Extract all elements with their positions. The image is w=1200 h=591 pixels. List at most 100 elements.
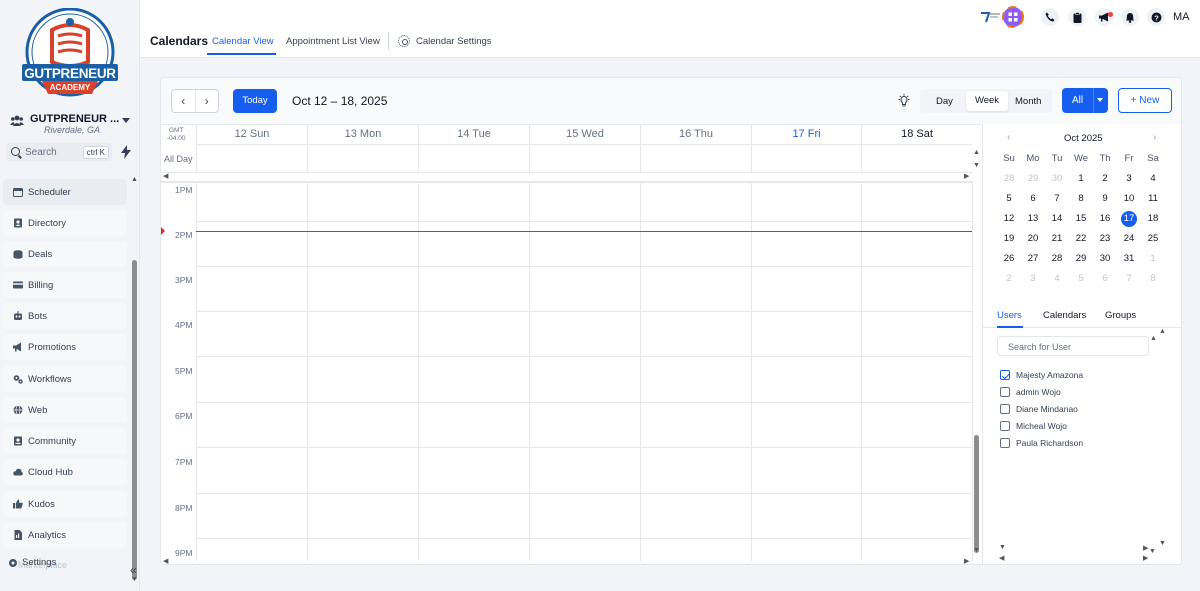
sidebar-item-scheduler[interactable]: Scheduler [3,179,127,205]
tab-users[interactable]: Users [997,310,1022,321]
checkbox-icon[interactable] [1000,387,1010,397]
sidebar-scroll-up[interactable]: ▲ [131,176,138,183]
mini-day-cell[interactable]: 25 [1143,230,1163,248]
mini-day-cell[interactable]: 13 [1023,210,1043,228]
help-icon[interactable]: ? [1147,8,1165,26]
mini-day-cell[interactable]: 7 [1119,270,1139,288]
mini-day-cell[interactable]: 28 [999,170,1019,188]
mini-day-cell[interactable]: 27 [1023,250,1043,268]
mini-next-month-icon[interactable]: › [1153,132,1156,143]
mini-day-cell[interactable]: 8 [1071,190,1091,208]
day-header-wed[interactable]: 15 Wed [529,125,640,145]
allday-scroll-down[interactable]: ▼ [973,162,980,169]
all-day-cell[interactable] [196,145,197,173]
user-filter-item[interactable]: admin Wojo [1000,385,1061,399]
sidebar-item-cloud-hub[interactable]: Cloud Hub [3,459,127,485]
clipboard-icon[interactable] [1068,8,1086,26]
next-week-chevron-right-icon[interactable]: › [196,90,219,112]
mini-day-cell[interactable]: 1 [1071,170,1091,188]
sidebar-item-directory[interactable]: Directory [3,210,127,236]
side-scroll-right[interactable]: ▶ [1143,554,1148,562]
sidebar-item-web[interactable]: Web [3,397,127,423]
tab-appointment-list-view[interactable]: Appointment List View [286,36,380,47]
apps-grid-icon[interactable] [1002,6,1024,28]
all-day-cell[interactable] [529,145,530,173]
mini-day-cell[interactable]: 14 [1047,210,1067,228]
mini-day-cell[interactable]: 24 [1119,230,1139,248]
user-avatar-initials[interactable]: MA [1173,11,1190,23]
sidebar-item-billing[interactable]: Billing [3,272,127,298]
collapse-sidebar-icon[interactable]: « [130,563,137,577]
checkbox-icon[interactable] [1000,421,1010,431]
phone-icon[interactable] [1041,8,1059,26]
mini-day-cell[interactable]: 29 [1023,170,1043,188]
grid-scrollbar[interactable] [974,435,979,553]
side-scroll-down-left[interactable]: ▼ [999,544,1006,551]
mini-prev-month-icon[interactable]: ‹ [1007,132,1010,143]
mini-day-cell[interactable]: 5 [999,190,1019,208]
mini-day-cell[interactable]: 1 [1143,250,1163,268]
lightning-icon[interactable] [120,145,132,159]
time-grid[interactable]: 1PM 2PM 3PM 4PM 5PM 6PM 7PM 8PM 9PM [161,181,973,561]
mini-day-cell[interactable]: 26 [999,250,1019,268]
mini-day-cell[interactable]: 29 [1071,250,1091,268]
side-scroll-up-left[interactable]: ▲ [1150,335,1157,342]
view-day-option[interactable]: Day [936,96,953,107]
view-week-option[interactable]: Week [966,91,1008,111]
checkbox-icon[interactable] [1000,438,1010,448]
sidebar-item-promotions[interactable]: Promotions [3,334,127,360]
mini-day-cell[interactable]: 20 [1023,230,1043,248]
all-day-cell[interactable] [861,145,862,173]
mini-day-cell[interactable]: 30 [1095,250,1115,268]
side-scroll-down[interactable]: ▼ [1149,548,1156,555]
grid-scroll-right[interactable]: ▶ [964,557,969,564]
side-scroll-up-right[interactable]: ▲ [1159,328,1166,335]
side-scroll-left[interactable]: ◀ [999,554,1004,562]
mini-day-cell[interactable]: 19 [999,230,1019,248]
mini-day-cell[interactable]: 6 [1023,190,1043,208]
allday-scroll-up[interactable]: ▲ [973,149,980,156]
sidebar-item-analytics[interactable]: Analytics [3,522,127,548]
mini-day-cell[interactable]: 22 [1071,230,1091,248]
tab-calendars[interactable]: Calendars [1043,310,1086,321]
day-header-fri[interactable]: 17 Fri [751,125,861,145]
day-header-mon[interactable]: 13 Mon [307,125,418,145]
sidebar-scrollbar[interactable] [132,260,137,580]
side-scroll-down-right[interactable]: ▼ [1159,540,1166,547]
announcement-icon[interactable] [1095,8,1113,26]
prev-week-chevron-left-icon[interactable]: ‹ [172,90,196,112]
account-switcher[interactable]: GUTPRENEUR ... Riverdale, GA [8,112,134,138]
all-day-row[interactable] [196,145,972,173]
mini-day-cell[interactable]: 2 [999,270,1019,288]
mini-day-cell[interactable]: 4 [1047,270,1067,288]
user-filter-item[interactable]: Majesty Amazona [1000,368,1083,382]
mini-day-cell[interactable]: 31 [1119,250,1139,268]
mini-day-cell-selected[interactable]: 17 [1119,210,1139,228]
mini-day-cell[interactable]: 3 [1119,170,1139,188]
mini-day-cell[interactable]: 12 [999,210,1019,228]
mini-day-cell[interactable]: 16 [1095,210,1115,228]
tab-calendar-view[interactable]: Calendar View [212,36,274,47]
calendar-settings-link[interactable]: Calendar Settings [416,36,492,47]
settings-gear-icon[interactable] [398,35,410,47]
sidebar-scroll-down[interactable]: ▼ [131,576,138,583]
new-button[interactable]: + New [1118,88,1172,113]
all-day-cell[interactable] [640,145,641,173]
sidebar-item-bots[interactable]: Bots [3,303,127,329]
mini-day-cell[interactable]: 28 [1047,250,1067,268]
mini-day-cell[interactable]: 30 [1047,170,1067,188]
checkbox-checked-icon[interactable] [1000,370,1010,380]
mini-day-cell[interactable]: 2 [1095,170,1115,188]
mini-day-cell[interactable]: 18 [1143,210,1163,228]
user-search-input[interactable]: Search for User [997,336,1149,356]
mini-day-cell[interactable]: 21 [1047,230,1067,248]
all-day-cell[interactable] [751,145,752,173]
side-scroll-right-top[interactable]: ▶ [1143,544,1148,552]
day-header-thu[interactable]: 16 Thu [640,125,751,145]
day-header-sat[interactable]: 18 Sat [861,125,972,145]
mini-day-cell[interactable]: 7 [1047,190,1067,208]
bell-icon[interactable] [1121,8,1139,26]
sidebar-item-workflows[interactable]: Workflows [3,366,127,392]
user-filter-item[interactable]: Micheal Wojo [1000,419,1067,433]
mini-day-cell[interactable]: 8 [1143,270,1163,288]
